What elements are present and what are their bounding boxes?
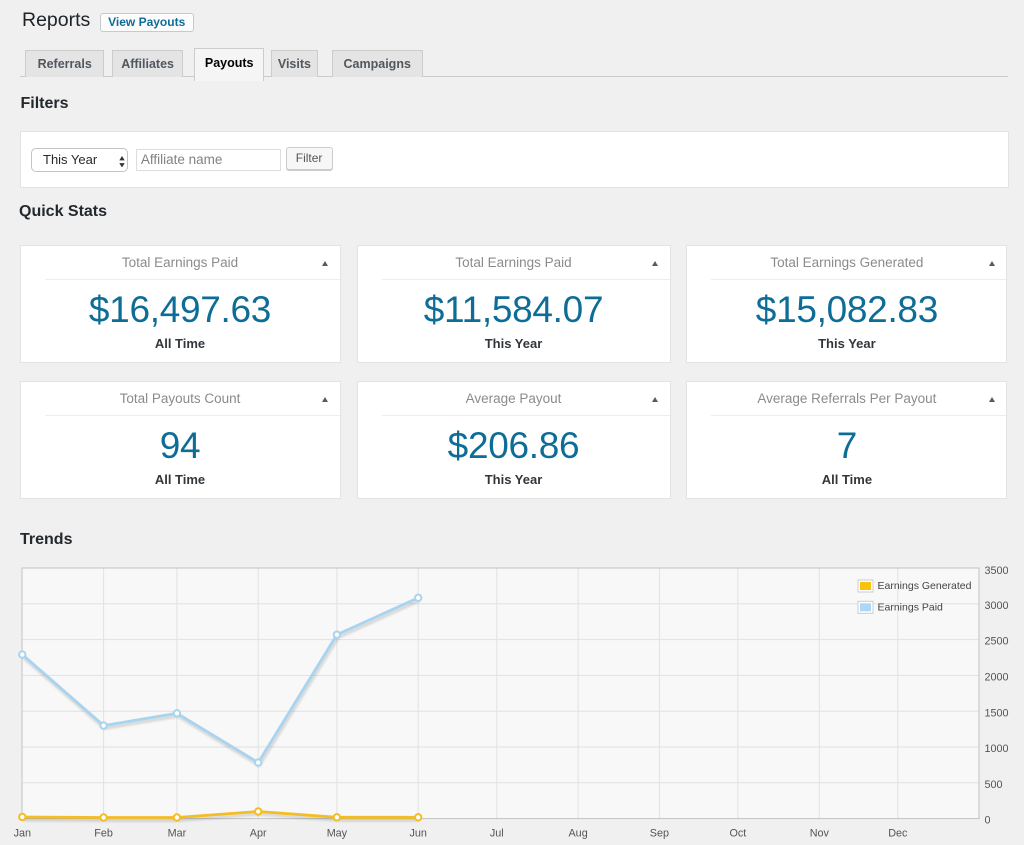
svg-text:Nov: Nov — [810, 828, 830, 840]
svg-text:Feb: Feb — [94, 828, 113, 840]
svg-text:Dec: Dec — [888, 828, 908, 840]
svg-text:Jan: Jan — [14, 828, 31, 840]
svg-text:May: May — [327, 828, 348, 840]
svg-text:Jun: Jun — [409, 828, 426, 840]
svg-text:3000: 3000 — [985, 600, 1009, 612]
svg-text:Aug: Aug — [568, 828, 587, 840]
svg-text:Earnings Paid: Earnings Paid — [878, 602, 944, 614]
svg-text:0: 0 — [985, 815, 991, 827]
svg-text:2500: 2500 — [985, 636, 1009, 648]
svg-text:1000: 1000 — [985, 743, 1009, 755]
svg-text:Sep: Sep — [650, 828, 669, 840]
svg-text:Mar: Mar — [168, 828, 187, 840]
svg-text:1500: 1500 — [985, 707, 1009, 719]
svg-text:Earnings Generated: Earnings Generated — [878, 580, 972, 592]
svg-text:3500: 3500 — [985, 565, 1009, 577]
svg-text:500: 500 — [985, 779, 1003, 791]
svg-text:Apr: Apr — [250, 828, 267, 840]
svg-text:2000: 2000 — [985, 672, 1009, 684]
svg-text:Jul: Jul — [490, 828, 504, 840]
svg-text:Oct: Oct — [730, 828, 747, 840]
